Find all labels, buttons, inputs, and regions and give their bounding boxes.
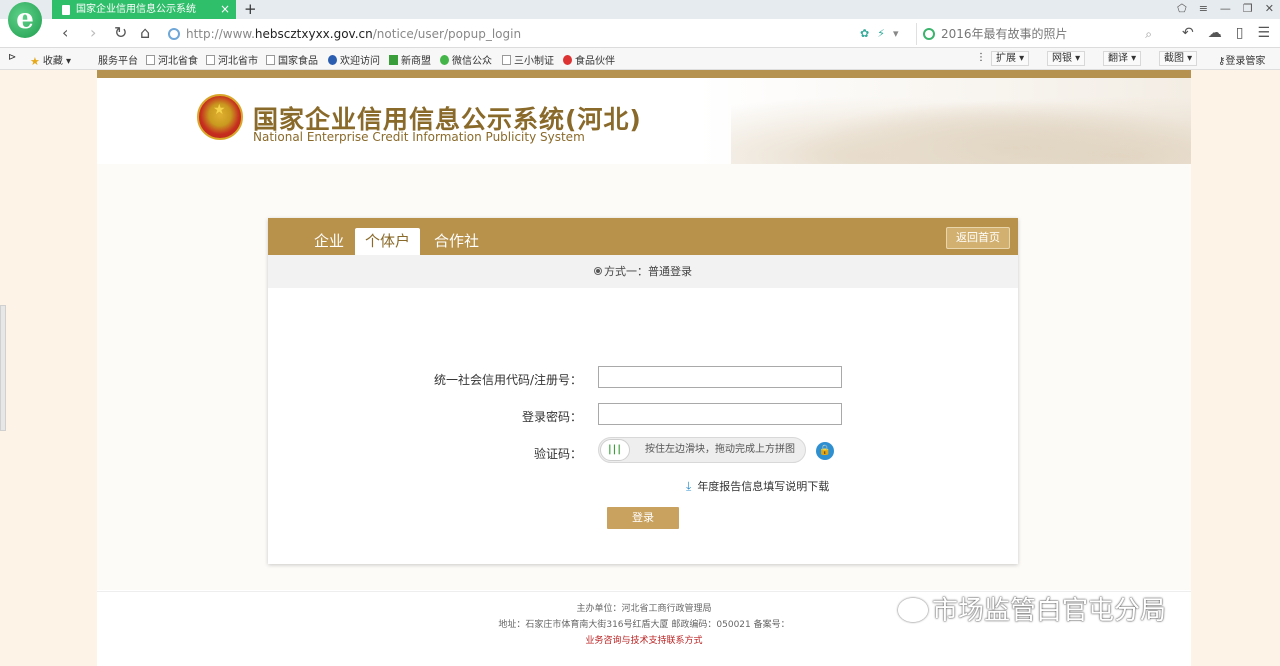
slider-hint: 按住左边滑块，拖动完成上方拼图 [645, 444, 795, 455]
secure-icon[interactable]: ✿ [860, 27, 869, 40]
forward-icon[interactable]: › [90, 23, 96, 43]
more-bookmarks-icon[interactable]: ⋮ [976, 52, 986, 63]
password-input[interactable] [598, 403, 842, 425]
globe-icon [168, 28, 180, 40]
password-label: 登录密码： [521, 410, 582, 424]
bookmark-item[interactable]: 食品伙伴 [563, 52, 615, 67]
tab-close-icon[interactable]: × [220, 0, 230, 19]
login-button[interactable]: 登录 [607, 507, 679, 529]
banking-button[interactable]: 网银 ▾ [1047, 51, 1086, 66]
bookmark-item[interactable]: 服务平台 [98, 52, 138, 67]
tab-individual[interactable]: 个体户 [355, 228, 421, 255]
star-icon: ★ [30, 55, 40, 68]
bookmark-item[interactable]: 河北省食 [146, 52, 198, 67]
credit-code-input[interactable] [598, 366, 842, 388]
header-strip [97, 70, 1191, 78]
slider-handle-icon[interactable]: ||| [600, 439, 630, 461]
site-icon [328, 55, 337, 65]
bookmarks-bar: ⊳ ★ 收藏 ▾ 服务平台 河北省食 河北省市 国家食品 欢迎访问 新商盟 微信公… [0, 48, 1280, 70]
window-controls: ⬠ ≡ — ❐ ✕ [1177, 2, 1274, 15]
bookmark-item[interactable]: 新商盟 [389, 52, 431, 67]
login-mode-bar: 方式一：普通登录 [268, 255, 1018, 288]
wechat-icon [440, 55, 449, 65]
tab-title: 国家企业信用信息公示系统 [76, 4, 196, 15]
search-icon[interactable]: ⌕ [1145, 23, 1152, 45]
watermark: 市场监管白官屯分局 [898, 590, 1166, 627]
extensions-button[interactable]: 扩展 ▾ [991, 51, 1030, 66]
browser-tab[interactable]: 国家企业信用信息公示系统 × [52, 0, 236, 19]
phone-icon[interactable]: ▯ [1236, 23, 1244, 43]
mountain-graphic [731, 86, 1191, 164]
login-mode-label: 方式一：普通登录 [604, 265, 692, 278]
bookmark-item[interactable]: 国家食品 [266, 52, 318, 67]
page-icon [502, 55, 511, 65]
search-engine-icon [923, 28, 935, 40]
browser-tab-bar: e 国家企业信用信息公示系统 × + ⬠ ≡ — ❐ ✕ [0, 0, 1280, 38]
browser-logo-icon[interactable]: e [8, 2, 42, 38]
footer-contact-link[interactable]: 业务咨询与技术支持联系方式 [97, 633, 1191, 646]
translate-button[interactable]: 翻译 ▾ [1103, 51, 1142, 66]
captcha-label: 验证码： [533, 447, 582, 461]
bookmark-item[interactable]: 微信公众 [440, 52, 492, 67]
tab-enterprise[interactable]: 企业 [304, 228, 354, 255]
back-home-button[interactable]: 返回首页 [946, 227, 1010, 249]
bookmark-item[interactable]: 欢迎访问 [328, 52, 380, 67]
site-header: 国家企业信用信息公示系统(河北) National Enterprise Cre… [97, 78, 1191, 164]
new-tab-button[interactable]: + [244, 0, 257, 18]
lock-icon: 🔒 [816, 442, 834, 460]
menu-icon[interactable]: ≡ [1199, 2, 1208, 15]
sidebar-toggle-icon[interactable]: ⊳ [8, 52, 16, 63]
login-manager-button[interactable]: ⚷登录管家 [1218, 52, 1265, 67]
credit-code-label: 统一社会信用代码/注册号： [433, 373, 582, 387]
site-icon [389, 55, 398, 65]
login-tabs: 企业 个体户 合作社 返回首页 [268, 218, 1018, 255]
speed-mode-icon[interactable]: ⚡ [877, 27, 885, 40]
login-mode-radio[interactable] [594, 267, 602, 275]
bookmark-favorites[interactable]: ★ 收藏 ▾ [30, 52, 71, 68]
wechat-logo-icon [898, 598, 928, 622]
undo-icon[interactable]: ↶ [1182, 23, 1194, 43]
dropdown-icon[interactable]: ▾ [893, 27, 899, 40]
skin-icon[interactable]: ⬠ [1177, 2, 1187, 15]
home-icon[interactable]: ⌂ [140, 23, 150, 43]
login-card: 企业 个体户 合作社 返回首页 方式一：普通登录 统一社会信用代码/注册号： 登… [268, 218, 1018, 564]
bookmark-item[interactable]: 河北省市 [206, 52, 258, 67]
browser-tools: ↶ ☁ ▯ ☰ [1182, 23, 1270, 43]
refresh-icon[interactable]: ↻ [114, 23, 127, 43]
annual-report-download-link[interactable]: ⤓ 年度报告信息填写说明下载 [686, 478, 829, 494]
url-status-icons: ✿ ⚡ ▾ [860, 27, 898, 40]
cloud-icon[interactable]: ☁ [1208, 23, 1222, 43]
site-subtitle: National Enterprise Credit Information P… [253, 130, 585, 144]
page-icon [266, 55, 275, 65]
address-bar: ‹ › ↻ ⌂ http://www.hebscztxyxx.gov.cn/no… [0, 19, 1280, 48]
back-icon[interactable]: ‹ [62, 23, 68, 43]
search-input[interactable]: 2016年最有故事的照片 ⌕ [916, 23, 1160, 45]
close-window-icon[interactable]: ✕ [1265, 2, 1274, 15]
captcha-slider[interactable]: ||| 按住左边滑块，拖动完成上方拼图 [598, 437, 806, 463]
download-icon: ⤓ [686, 479, 692, 493]
more-menu-icon[interactable]: ☰ [1257, 23, 1270, 43]
maximize-icon[interactable]: ❐ [1243, 2, 1253, 15]
screenshot-button[interactable]: 截图 ▾ [1159, 51, 1198, 66]
national-emblem-icon [197, 94, 243, 140]
minimize-icon[interactable]: — [1220, 2, 1231, 15]
page-icon [62, 5, 70, 15]
tab-cooperative[interactable]: 合作社 [424, 228, 489, 255]
site-icon [563, 55, 572, 65]
bookmark-item[interactable]: 三小制证 [502, 52, 554, 67]
page-icon [146, 55, 155, 65]
side-panel-handle[interactable] [0, 305, 6, 431]
url-input[interactable]: http://www.hebscztxyxx.gov.cn/notice/use… [162, 23, 916, 45]
page-icon [206, 55, 215, 65]
